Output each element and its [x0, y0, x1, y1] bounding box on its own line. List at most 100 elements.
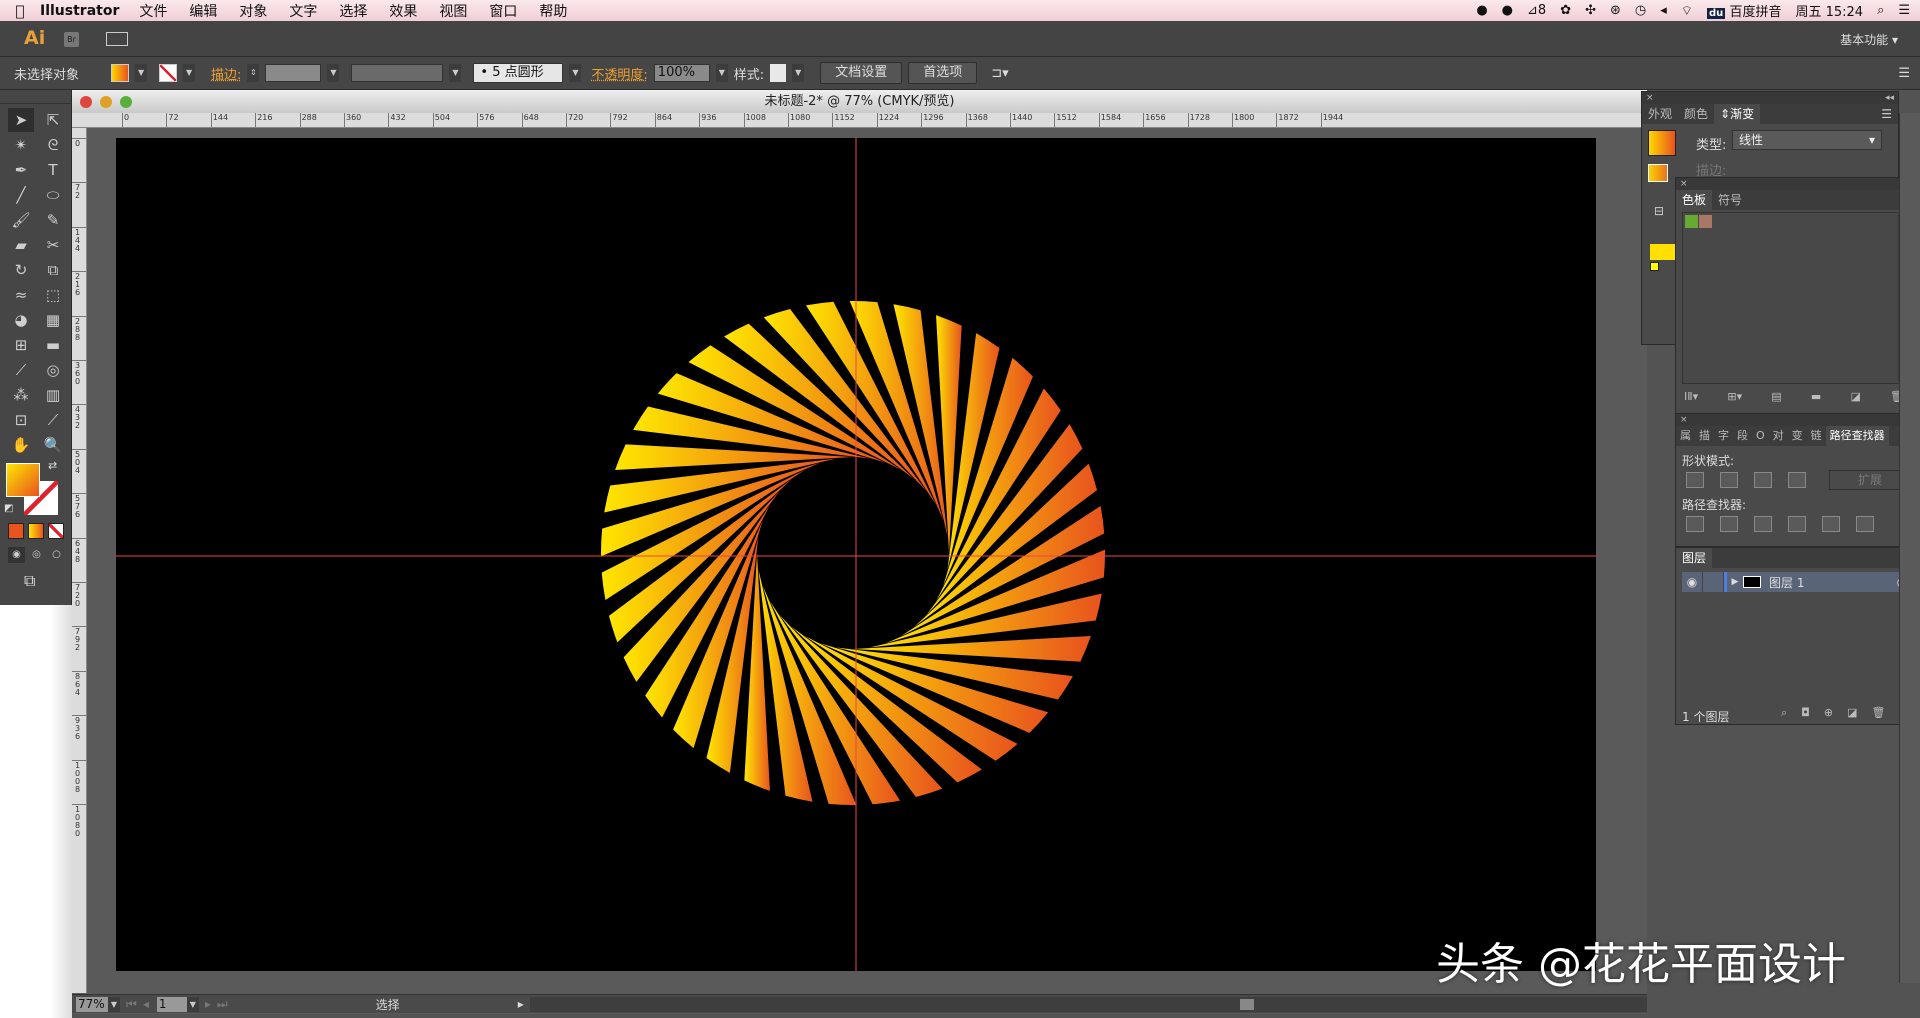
screen-mode-icon[interactable]: ⧉ [0, 563, 71, 591]
type-tool-icon[interactable]: T [40, 158, 66, 182]
direct-selection-tool-icon[interactable]: ⇱ [40, 108, 66, 132]
paintbrush-tool-icon[interactable]: 🖌 [8, 208, 34, 232]
fill-swatch[interactable] [111, 64, 130, 82]
tab-color[interactable]: 颜色 [1678, 104, 1714, 124]
divide-icon[interactable] [1686, 516, 1704, 532]
opacity-dropdown[interactable]: ▼ [715, 64, 728, 82]
column-graph-tool-icon[interactable]: ▥ [40, 383, 66, 407]
tab-attributes[interactable]: 属 [1676, 426, 1695, 446]
right-scrollbar[interactable] [1899, 113, 1920, 983]
show-kinds-icon[interactable]: ⊞▾ [1727, 390, 1742, 403]
bluetooth-icon[interactable]: ✣ [1585, 3, 1596, 18]
swatch-library-icon[interactable]: ⅠⅡ▾ [1684, 390, 1698, 403]
draw-normal-icon[interactable]: ◉ [8, 547, 25, 563]
zoom-button[interactable] [120, 96, 132, 108]
menu-view[interactable]: 视图 [439, 1, 467, 21]
close-button[interactable] [80, 96, 92, 108]
eyedropper-tool-icon[interactable]: ⟋ [8, 358, 34, 382]
panel-close-icon[interactable]: × [1646, 92, 1654, 104]
stroke-swatch[interactable] [159, 64, 178, 82]
first-artboard-button[interactable]: ⏮ [126, 997, 137, 1012]
gradient-preview-swatch[interactable] [1648, 130, 1676, 156]
tab-pathfinder[interactable]: 路径查找器 [1825, 426, 1889, 446]
rotate-tool-icon[interactable]: ↻ [8, 258, 34, 282]
intersect-icon[interactable] [1754, 472, 1772, 488]
fill-dropdown[interactable]: ▼ [135, 64, 148, 82]
new-sublayer-icon[interactable]: ⊕ [1824, 706, 1833, 720]
graphic-style-swatch[interactable] [770, 64, 787, 82]
horizontal-ruler[interactable]: 0 72 144 216 288 360 432 504 576 648 720 792 864 936 1… [72, 113, 1647, 128]
stroke-weight-stepper[interactable]: ⇕ [247, 64, 260, 82]
arrange-icon[interactable]: ⊐▾ [991, 66, 1008, 81]
apple-icon[interactable]:  [0, 2, 40, 20]
aspect-icon[interactable]: ⊟ [1654, 204, 1664, 218]
none-button[interactable] [48, 523, 64, 539]
tab-transform[interactable]: 变 [1788, 426, 1807, 446]
gradient-button[interactable] [28, 523, 44, 539]
preferences-button[interactable]: 首选项 [908, 62, 978, 84]
new-group-icon[interactable]: ▬ [1811, 390, 1821, 403]
spotlight-icon[interactable]: ⌕ [1877, 3, 1884, 18]
panel-close-icon[interactable]: × [1680, 178, 1688, 190]
tab-gradient[interactable]: ⇕渐变 [1714, 104, 1761, 124]
draw-inside-icon[interactable]: ○ [48, 547, 65, 563]
previous-artboard-button[interactable]: ◂ [143, 997, 149, 1011]
tab-stroke[interactable]: 描 [1695, 426, 1714, 446]
new-layer-icon[interactable]: ◪ [1847, 706, 1857, 720]
tab-align[interactable]: 对 [1769, 426, 1788, 446]
perspective-grid-tool-icon[interactable]: ▦ [40, 308, 66, 332]
horizontal-scrollbar[interactable] [529, 996, 1647, 1012]
color-button[interactable] [8, 523, 24, 539]
menu-help[interactable]: 帮助 [539, 1, 567, 21]
trim-icon[interactable] [1720, 516, 1738, 532]
artboard-tool-icon[interactable]: ⊡ [8, 408, 34, 432]
unite-icon[interactable] [1686, 472, 1704, 488]
qq-icon[interactable]: ● [1476, 3, 1487, 18]
minus-front-icon[interactable] [1720, 472, 1738, 488]
merge-icon[interactable] [1754, 516, 1772, 532]
tab-character[interactable]: 字 [1714, 426, 1733, 446]
scissors-tool-icon[interactable]: ✂ [40, 233, 66, 257]
menu-edit[interactable]: 编辑 [189, 1, 217, 21]
brush-definition[interactable]: • 5 点圆形 [473, 63, 564, 83]
zoom-level-input[interactable]: 77% [76, 996, 108, 1012]
stroke-weight-dropdown[interactable]: ▼ [327, 64, 340, 82]
swatch-options-icon[interactable]: ▤ [1771, 390, 1781, 403]
stroke-weight-input[interactable] [265, 64, 322, 82]
artboard[interactable] [116, 138, 1596, 971]
swatch-pattern-green[interactable] [1685, 215, 1698, 228]
minimize-button[interactable] [100, 96, 112, 108]
gradient-stop[interactable] [1650, 262, 1659, 271]
menu-file[interactable]: 文件 [139, 1, 167, 21]
magic-wand-tool-icon[interactable]: ✴ [8, 133, 34, 157]
scrollbar-thumb[interactable] [1239, 998, 1254, 1010]
free-transform-tool-icon[interactable]: ⬚ [40, 283, 66, 307]
lock-toggle[interactable] [1702, 572, 1724, 592]
accessibility-icon[interactable]: ⊛ [1610, 3, 1621, 18]
shape-builder-tool-icon[interactable]: ◕ [8, 308, 34, 332]
new-swatch-icon[interactable]: ◪ [1850, 390, 1860, 403]
clock[interactable]: 周五 15:24 [1795, 1, 1863, 20]
spiral-artwork[interactable] [116, 138, 1596, 971]
wifi-icon[interactable]: ⌔ [1681, 3, 1693, 19]
opacity-label[interactable]: 不透明度: [591, 64, 647, 83]
scale-tool-icon[interactable]: ⧉ [40, 258, 66, 282]
arrange-documents-icon[interactable] [106, 32, 128, 46]
input-method[interactable]: du 百度拼音 [1707, 1, 1781, 20]
selection-tool-icon[interactable]: ➤ [8, 108, 34, 132]
artboard-dropdown[interactable]: ▼ [186, 996, 199, 1012]
gradient-type-select[interactable]: 线性 ▾ [1732, 130, 1882, 150]
minus-back-icon[interactable] [1856, 516, 1874, 532]
panel-collapse-icon[interactable]: ◂◂ [1885, 92, 1894, 104]
exclude-icon[interactable] [1788, 472, 1806, 488]
blob-brush-tool-icon[interactable]: ▰ [8, 233, 34, 257]
panel-close-icon[interactable]: × [1680, 414, 1688, 426]
fill-stroke-widget[interactable]: ⇄ ◩ [0, 459, 71, 523]
expand-arrow-icon[interactable]: ▶ [1727, 577, 1743, 587]
artboard-number-input[interactable]: 1 [156, 996, 187, 1012]
pencil-tool-icon[interactable]: ✎ [40, 208, 66, 232]
zoom-dropdown[interactable]: ▼ [108, 996, 120, 1012]
tab-layers[interactable]: 图层 [1676, 548, 1713, 568]
gradient-tool-icon[interactable]: ▬ [40, 333, 66, 357]
hand-tool-icon[interactable]: ✋ [8, 433, 34, 457]
